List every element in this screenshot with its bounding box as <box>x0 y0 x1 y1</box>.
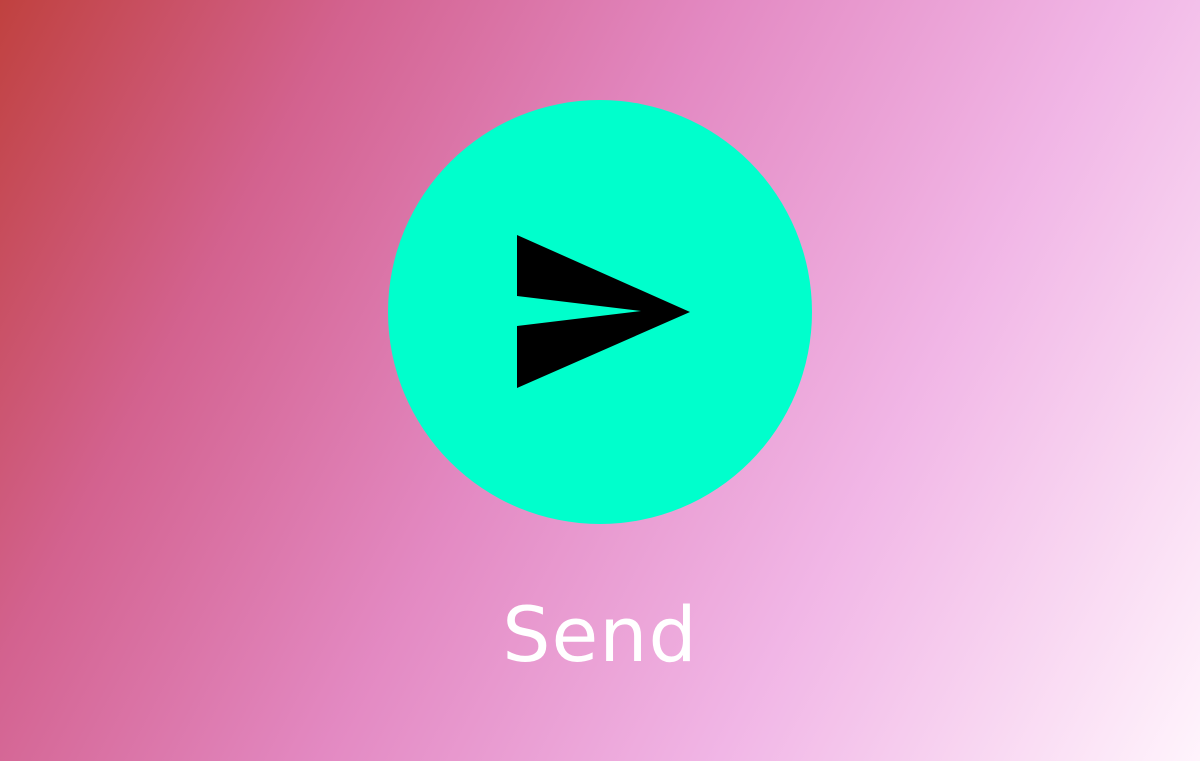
send-arrow-icon <box>517 235 690 388</box>
send-button[interactable] <box>388 100 812 524</box>
screen-background: Send <box>0 0 1200 761</box>
send-label: Send <box>502 590 698 679</box>
